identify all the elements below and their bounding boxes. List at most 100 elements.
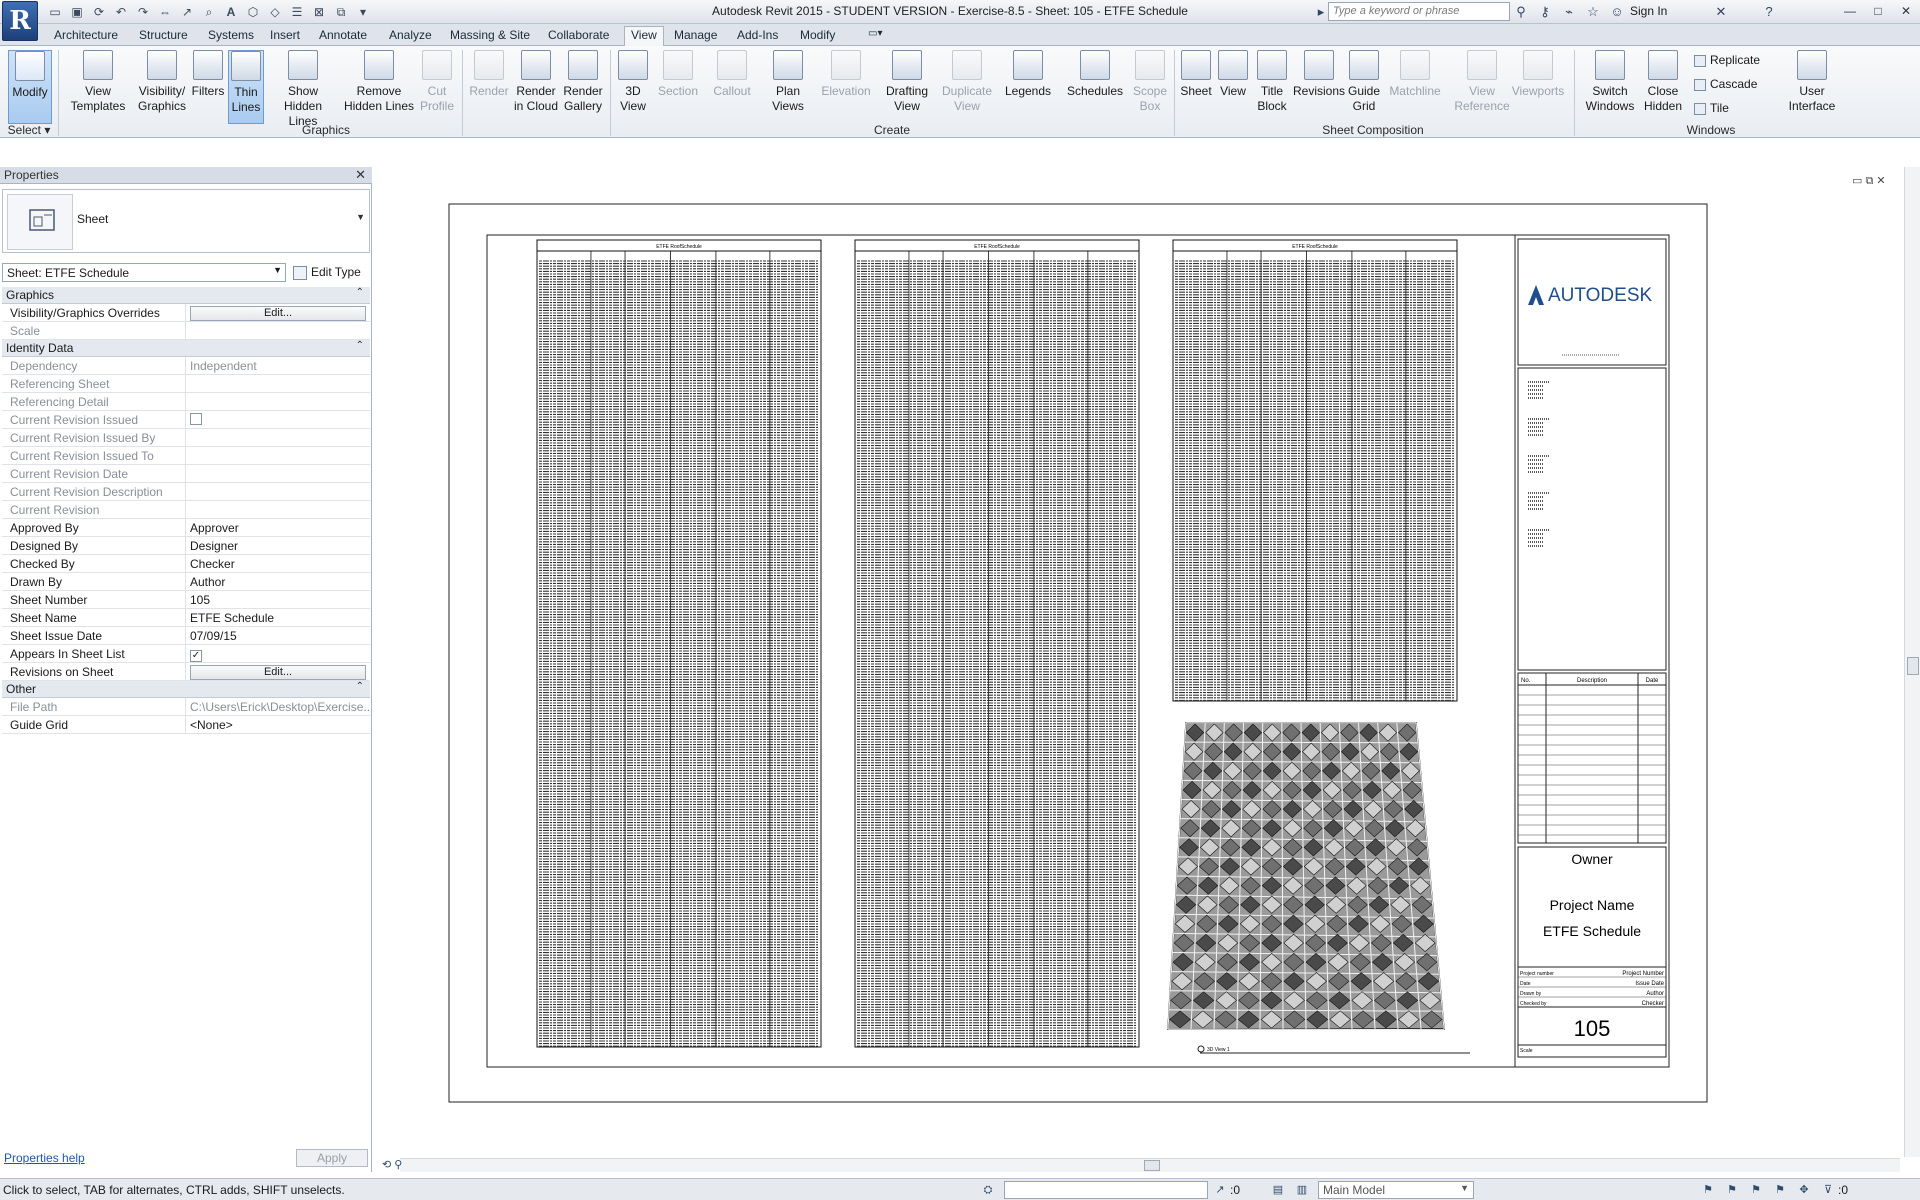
section-button[interactable]: Section <box>656 50 700 124</box>
tab-systems[interactable]: Systems <box>202 27 260 46</box>
tab-structure[interactable]: Structure <box>133 27 194 46</box>
type-selector[interactable]: Sheet ▼ <box>2 189 370 253</box>
edit-type-button[interactable]: Edit Type <box>293 263 361 282</box>
sheet-view[interactable]: ETFE RoofSchedule ETFE RoofSchedule ETFE R… <box>378 167 1904 1157</box>
view-templates-button[interactable]: View Templates <box>70 50 126 124</box>
property-value-cell[interactable]: Edit... <box>186 304 370 321</box>
property-value-cell[interactable] <box>186 411 370 428</box>
undo-icon[interactable]: ↶ <box>112 4 130 20</box>
worksets-icon[interactable]: ⛭ <box>980 1182 996 1198</box>
cut-profile-button[interactable]: Cut Profile <box>418 50 456 124</box>
steering-wheel-icon[interactable]: ⟲ <box>382 1159 391 1171</box>
select-pinned-icon[interactable]: ⚑ <box>1748 1182 1764 1198</box>
active-design-option-select[interactable]: Main Model ▼ <box>1318 1181 1474 1199</box>
help-icon[interactable]: ? <box>1760 3 1778 21</box>
visibility-graphics-button[interactable]: Visibility/Graphics <box>134 50 190 124</box>
scope-box-button[interactable]: Scope Box <box>1130 50 1170 124</box>
temporary-hide-icon[interactable]: ⚲ <box>394 1159 402 1171</box>
workset-field[interactable] <box>1004 1181 1208 1199</box>
tab-annotate[interactable]: Annotate <box>313 27 373 46</box>
editable-only-icon[interactable]: ↗ <box>1212 1182 1228 1198</box>
tab-massing-site[interactable]: Massing & Site <box>444 27 536 46</box>
property-value-cell[interactable]: Approver <box>186 519 370 536</box>
property-value[interactable]: Approver <box>190 521 239 535</box>
open-icon[interactable]: ▭ <box>46 4 64 20</box>
switch-windows-icon[interactable]: ⧉ <box>332 4 350 20</box>
maximize-icon[interactable]: □ <box>1864 2 1892 20</box>
render-in-cloud-button[interactable]: Render in Cloud <box>512 50 560 124</box>
property-group-header[interactable]: Identity Data ⌃ <box>2 340 370 357</box>
minimize-icon[interactable]: — <box>1836 2 1864 20</box>
replicate-button[interactable]: Replicate <box>1694 51 1760 69</box>
property-value-cell[interactable] <box>186 429 370 446</box>
default-3d-icon[interactable]: ⬡ <box>244 4 262 20</box>
scroll-thumb[interactable] <box>1907 657 1919 675</box>
property-value-cell[interactable]: Independent <box>186 357 370 374</box>
subscription-icon[interactable]: ⚷ <box>1536 3 1554 21</box>
property-value-cell[interactable]: C:\Users\Erick\Desktop\Exercise... <box>186 698 370 715</box>
property-edit-button[interactable]: Edit... <box>190 306 366 321</box>
properties-help-link[interactable]: Properties help <box>4 1151 85 1165</box>
property-value-cell[interactable] <box>186 465 370 482</box>
apply-button[interactable]: Apply <box>296 1149 368 1167</box>
close-hidden-icon[interactable]: ⊠ <box>310 4 328 20</box>
ribbon-minimize-icon[interactable]: ▭▾ <box>862 27 888 46</box>
property-value-cell[interactable]: Checker <box>186 555 370 572</box>
close-hidden-button[interactable]: Close Hidden <box>1640 50 1686 124</box>
property-value[interactable]: Checker <box>190 557 235 571</box>
elevation-button[interactable]: Elevation <box>818 50 874 124</box>
design-options-icon[interactable]: ▥ <box>1294 1182 1310 1198</box>
tab-manage[interactable]: Manage <box>668 27 723 46</box>
viewports-button[interactable]: Viewports <box>1500 50 1576 124</box>
section-icon[interactable]: ◇ <box>266 4 284 20</box>
panel-select-label[interactable]: Select ▾ <box>4 123 54 137</box>
tab-collaborate[interactable]: Collaborate <box>542 27 615 46</box>
design-options-icon[interactable]: ▤ <box>1270 1182 1286 1198</box>
render-button[interactable]: Render <box>466 50 512 124</box>
property-value-cell[interactable]: 07/09/15 <box>186 627 370 644</box>
collapse-icon[interactable]: ⌃ <box>356 681 364 692</box>
tab-view[interactable]: View <box>624 26 664 47</box>
guide-grid-button[interactable]: Guide Grid <box>1348 50 1380 124</box>
property-value-cell[interactable]: Designer <box>186 537 370 554</box>
measure-icon[interactable]: ⇔ <box>156 4 174 20</box>
sign-in-link[interactable]: Sign In <box>1630 4 1667 18</box>
select-by-face-icon[interactable]: ⚑ <box>1772 1182 1788 1198</box>
property-value-cell[interactable] <box>186 393 370 410</box>
render-gallery-button[interactable]: Render Gallery <box>560 50 606 124</box>
sync-icon[interactable]: ⟳ <box>90 4 108 20</box>
property-value-cell[interactable] <box>186 375 370 392</box>
switch-windows-button[interactable]: Switch Windows <box>1582 50 1638 124</box>
close-icon[interactable]: ✕ <box>355 167 366 183</box>
plan-views-button[interactable]: Plan Views <box>766 50 810 124</box>
property-value-cell[interactable] <box>186 501 370 518</box>
property-value-cell[interactable]: ✓ <box>186 645 370 662</box>
drafting-view-button[interactable]: Drafting View <box>880 50 934 124</box>
binoculars-icon[interactable]: ⚲ <box>1512 3 1530 21</box>
dimension-icon[interactable]: ↗ <box>178 4 196 20</box>
property-value[interactable]: <None> <box>190 718 233 732</box>
duplicate-view-button[interactable]: Duplicate View <box>938 50 996 124</box>
show-hidden-lines-button[interactable]: Show Hidden Lines <box>268 50 338 128</box>
property-value[interactable]: Author <box>190 575 225 589</box>
modify-button[interactable]: Modify <box>8 50 52 124</box>
property-value-cell[interactable] <box>186 322 370 339</box>
user-icon[interactable]: ☺ <box>1608 3 1626 21</box>
title-block-button[interactable]: Title Block <box>1254 50 1290 124</box>
tab-analyze[interactable]: Analyze <box>383 27 438 46</box>
thin-lines-button[interactable]: Thin Lines <box>228 50 264 124</box>
exchange-icon[interactable]: ✕ <box>1712 3 1730 21</box>
property-value[interactable]: ETFE Schedule <box>190 611 274 625</box>
collapse-icon[interactable]: ⌃ <box>356 340 364 351</box>
property-value[interactable]: 105 <box>190 593 210 607</box>
tab-architecture[interactable]: Architecture <box>48 27 124 46</box>
schedules-button[interactable]: Schedules <box>1064 50 1126 124</box>
collapse-icon[interactable]: ⌃ <box>356 287 364 298</box>
search-input[interactable]: Type a keyword or phrase <box>1328 2 1510 21</box>
property-group-header[interactable]: Graphics ⌃ <box>2 287 370 304</box>
legends-button[interactable]: Legends <box>1000 50 1056 124</box>
schedule-viewport[interactable]: ETFE RoofSchedule <box>1172 239 1458 702</box>
drag-elements-icon[interactable]: ✥ <box>1796 1182 1812 1198</box>
favorites-icon[interactable]: ☆ <box>1584 3 1602 21</box>
tab-insert[interactable]: Insert <box>264 27 306 46</box>
